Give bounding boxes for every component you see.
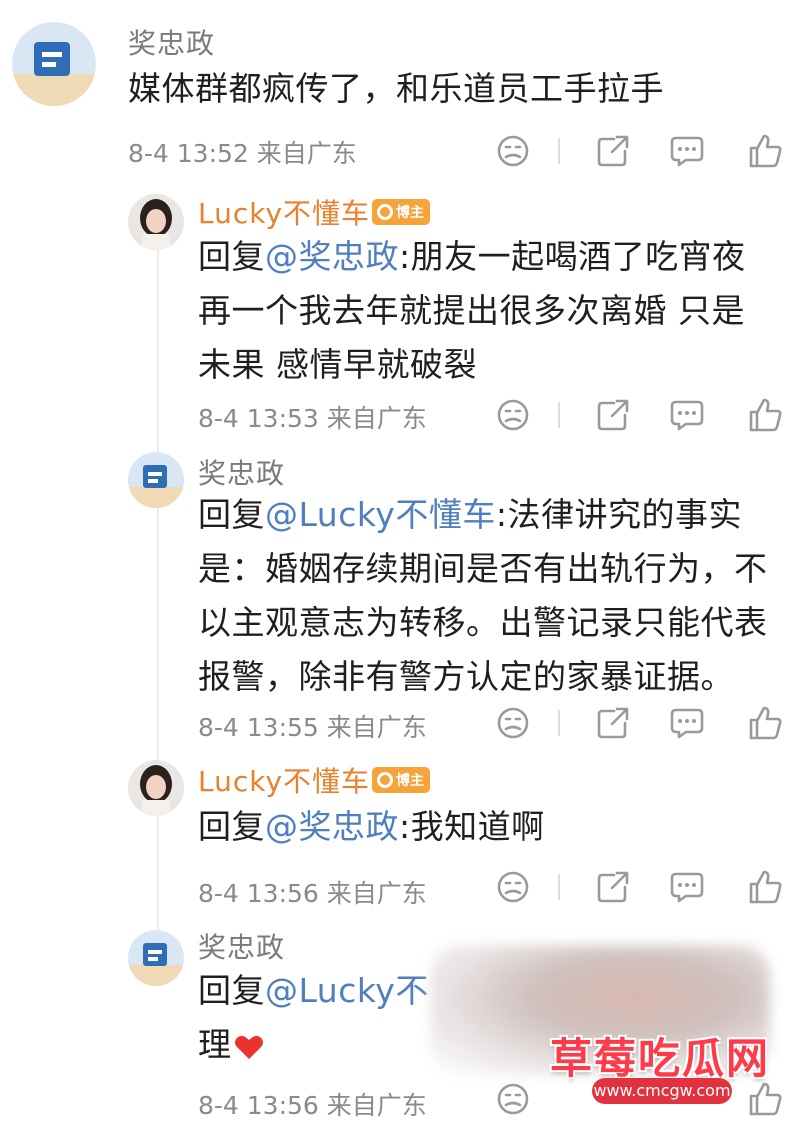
reply-text: :法律讲究的事实	[495, 495, 742, 534]
comment-actions	[492, 868, 792, 908]
timestamp: 8-4 13:55	[198, 713, 319, 742]
comment-text-line: 是：婚姻存续期间是否有出轨行为，不	[198, 549, 768, 588]
comment-text-line: 报警，除非有警方认定的家暴证据。	[198, 657, 734, 696]
comment-icon[interactable]	[668, 132, 706, 170]
comment-meta: 8-4 13:53 来自广东	[198, 399, 427, 435]
comment-text: 回复@奖忠政:朋友一起喝酒了吃宵夜 再一个我去年就提出很多次离婚 只是 未果 感…	[198, 230, 746, 392]
comment-text-line: 理	[198, 1018, 429, 1072]
timestamp: 8-4 13:56	[198, 879, 319, 908]
divider	[558, 874, 560, 900]
timestamp: 8-4 13:52	[128, 139, 249, 168]
dislike-face-icon[interactable]	[494, 396, 532, 434]
comment-text: 回复@Lucky不懂车:法律讲究的事实 是：婚姻存续期间是否有出轨行为，不 以主…	[198, 488, 768, 704]
comment-1: 奖忠政 媒体群都疯传了，和乐道员工手拉手 8-4 13:52 来自广东	[0, 0, 800, 190]
comment-text-line: 媒体群都疯传了，和乐道员工手拉手	[128, 69, 664, 108]
reply-prefix: 回复	[198, 807, 265, 846]
blogger-badge: 博主	[372, 767, 430, 793]
comment-actions	[492, 396, 792, 436]
blogger-badge-icon	[377, 204, 393, 220]
dislike-face-icon[interactable]	[494, 1080, 532, 1118]
avatar[interactable]	[12, 22, 96, 106]
comment-meta: 8-4 13:52 来自广东	[128, 134, 357, 170]
avatar[interactable]	[128, 760, 184, 816]
mention-link[interactable]: @奖忠政	[265, 807, 399, 846]
badge-label: 博主	[396, 773, 424, 789]
blogger-badge: 博主	[372, 199, 430, 225]
timestamp: 8-4 13:56	[198, 1091, 319, 1120]
avatar[interactable]	[128, 930, 184, 986]
like-thumb-icon[interactable]	[746, 704, 784, 742]
timestamp: 8-4 13:53	[198, 404, 319, 433]
comment-icon[interactable]	[668, 868, 706, 906]
like-thumb-icon[interactable]	[746, 868, 784, 906]
comment-text-line: 回复@Lucky不	[198, 964, 429, 1018]
divider	[558, 710, 560, 736]
divider	[558, 138, 560, 164]
heart-icon	[234, 1035, 263, 1059]
username[interactable]: Lucky不懂车	[198, 192, 370, 232]
username[interactable]: 奖忠政	[198, 452, 285, 492]
comment-text-line: 回复@奖忠政:朋友一起喝酒了吃宵夜	[198, 230, 746, 284]
reply-text: :朋友一起喝酒了吃宵夜	[399, 237, 746, 276]
blogger-badge-icon	[377, 772, 393, 788]
comment-text: 回复@Lucky不 理	[198, 964, 429, 1072]
reply-text: 理	[198, 1025, 232, 1064]
share-icon[interactable]	[594, 132, 632, 170]
comment-3: 奖忠政 回复@Lucky不懂车:法律讲究的事实 是：婚姻存续期间是否有出轨行为，…	[0, 446, 800, 756]
username[interactable]: 奖忠政	[198, 926, 285, 966]
like-thumb-icon[interactable]	[746, 396, 784, 434]
avatar[interactable]	[128, 194, 184, 250]
like-thumb-icon[interactable]	[746, 1080, 784, 1118]
badge-label: 博主	[396, 205, 424, 221]
watermark-url: www.cmcgw.com	[592, 1078, 732, 1104]
dislike-face-icon[interactable]	[494, 868, 532, 906]
comment-icon[interactable]	[668, 396, 706, 434]
comment-meta: 8-4 13:56 来自广东	[198, 1086, 427, 1122]
location: 来自广东	[256, 139, 357, 168]
reply-prefix: 回复	[198, 971, 265, 1010]
watermark-title: 草莓吃瓜网	[549, 1034, 770, 1083]
username[interactable]: 奖忠政	[128, 22, 215, 62]
comment-2: Lucky不懂车 博主 回复@奖忠政:朋友一起喝酒了吃宵夜 再一个我去年就提出很…	[0, 190, 800, 446]
comment-text: 回复@奖忠政:我知道啊	[198, 800, 545, 854]
username[interactable]: Lucky不懂车	[198, 760, 370, 800]
reply-text: :我知道啊	[399, 807, 545, 846]
location: 来自广东	[326, 1091, 427, 1120]
comment-4: Lucky不懂车 博主 回复@奖忠政:我知道啊 8-4 13:56 来自广东	[0, 756, 800, 926]
reply-prefix: 回复	[198, 237, 265, 276]
like-thumb-icon[interactable]	[746, 132, 784, 170]
location: 来自广东	[326, 404, 427, 433]
comment-text-line: 回复@Lucky不懂车:法律讲究的事实	[198, 488, 768, 542]
comment-meta: 8-4 13:56 来自广东	[198, 874, 427, 910]
comment-actions	[492, 132, 792, 172]
mention-link[interactable]: @Lucky不	[265, 971, 429, 1010]
reply-prefix: 回复	[198, 495, 265, 534]
mention-link[interactable]: @Lucky不懂车	[265, 495, 496, 534]
comment-icon[interactable]	[668, 704, 706, 742]
divider	[558, 402, 560, 428]
dislike-face-icon[interactable]	[494, 704, 532, 742]
comment-actions	[492, 704, 792, 744]
share-icon[interactable]	[594, 868, 632, 906]
share-icon[interactable]	[594, 396, 632, 434]
location: 来自广东	[326, 879, 427, 908]
share-icon[interactable]	[594, 704, 632, 742]
comment-text-line: 再一个我去年就提出很多次离婚 只是	[198, 291, 745, 330]
dislike-face-icon[interactable]	[494, 132, 532, 170]
comment-text-line: 回复@奖忠政:我知道啊	[198, 800, 545, 854]
comment-text: 媒体群都疯传了，和乐道员工手拉手	[128, 62, 664, 116]
mention-link[interactable]: @奖忠政	[265, 237, 399, 276]
location: 来自广东	[326, 713, 427, 742]
comment-text-line: 未果 感情早就破裂	[198, 345, 477, 384]
comment-meta: 8-4 13:55 来自广东	[198, 708, 427, 744]
avatar[interactable]	[128, 452, 184, 508]
comment-text-line: 以主观意志为转移。出警记录只能代表	[198, 603, 768, 642]
